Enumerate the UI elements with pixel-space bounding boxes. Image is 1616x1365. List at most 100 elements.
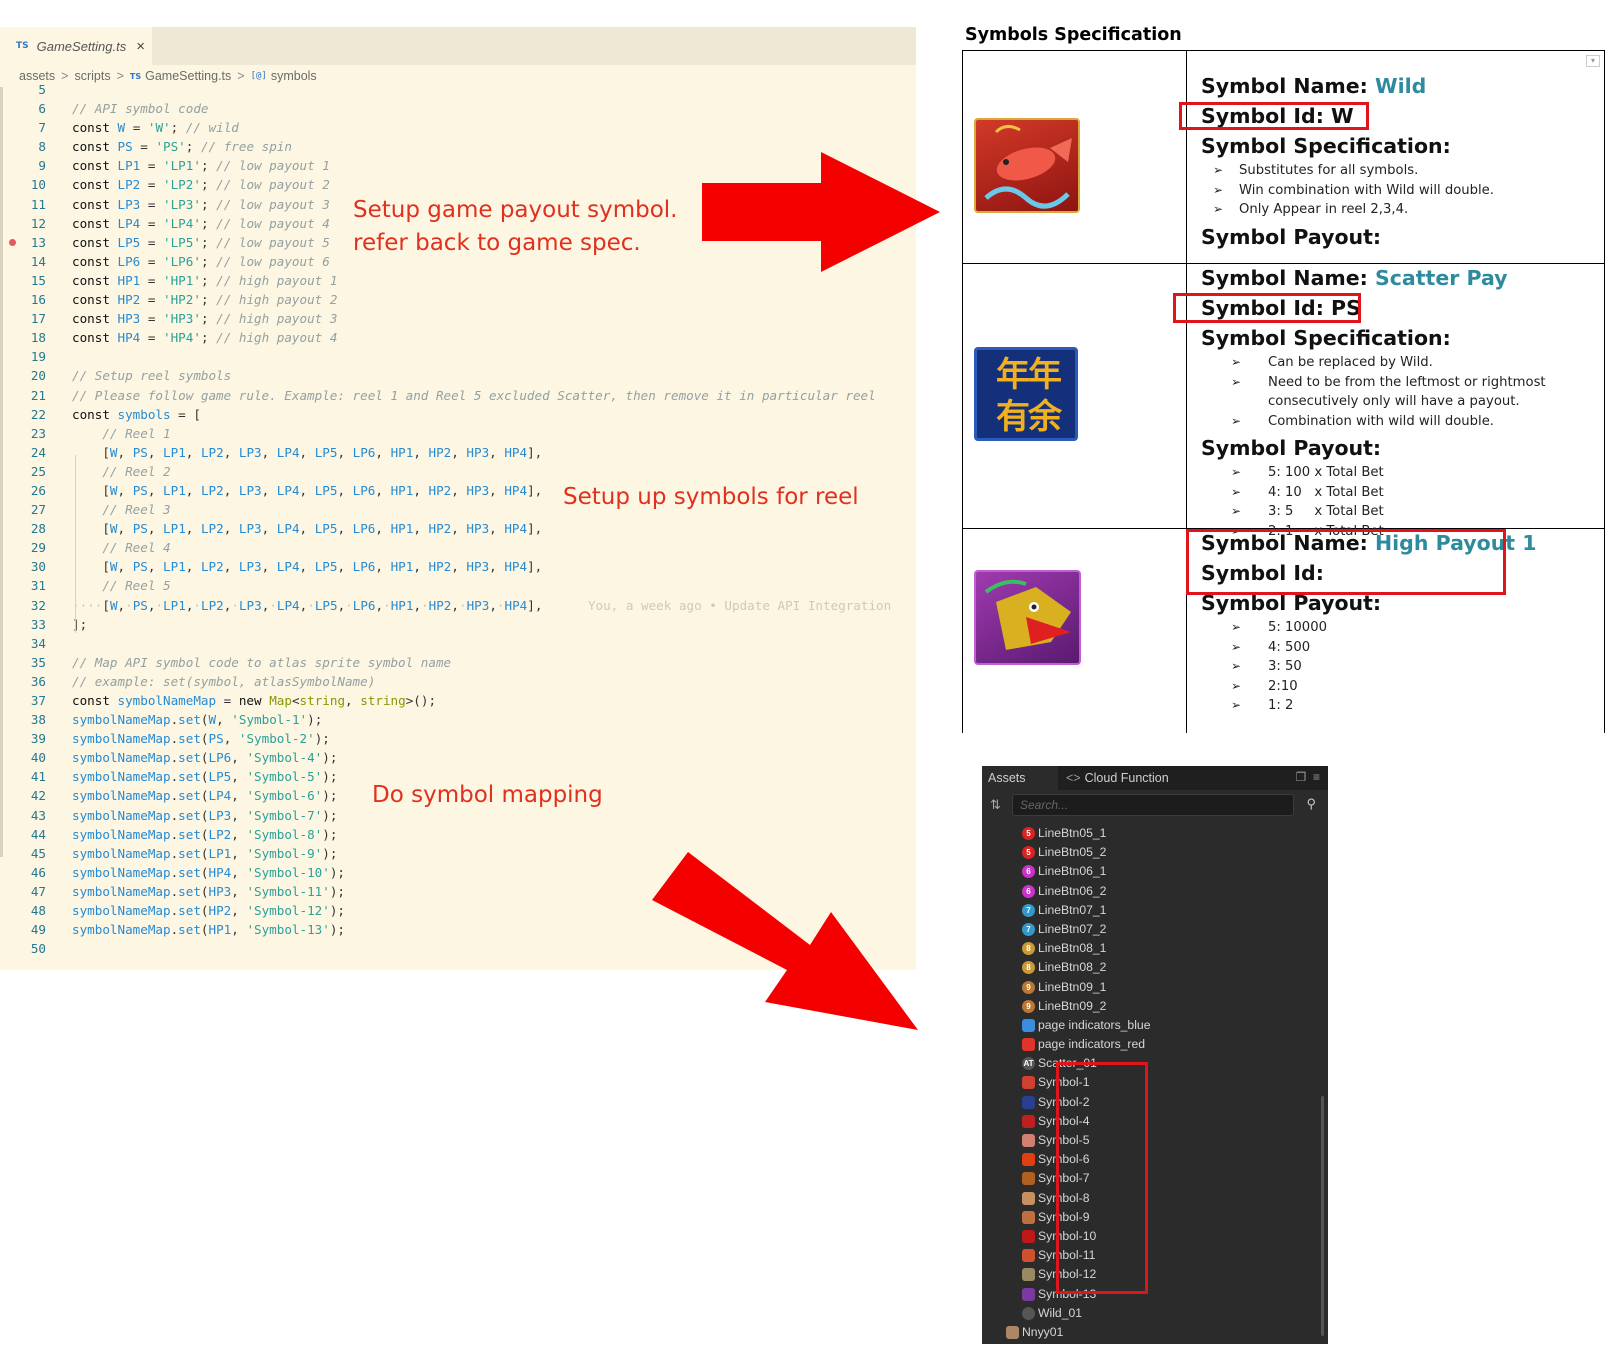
search-icon[interactable]: ⚲ [1306,796,1316,812]
line-number: 9 [38,158,46,174]
asset-item[interactable]: Symbol-7 [982,1169,1328,1188]
asset-item[interactable]: 9 LineBtn09_2 [982,997,1328,1016]
asset-item[interactable]: page indicators_blue [982,1016,1328,1035]
bullet-text: Need to be from the leftmost or rightmos… [1268,374,1546,410]
code-line[interactable]: 23 // Reel 1 [0,424,916,443]
line-number: 47 [30,883,46,899]
asset-item[interactable]: Symbol-13 [982,1285,1328,1304]
tab-assets[interactable]: Assets [982,766,1058,790]
asset-item[interactable]: Symbol-5 [982,1131,1328,1150]
line-number: 8 [38,139,46,155]
code-line[interactable]: 6 // API symbol code [0,99,916,118]
code-line[interactable]: 28 [W, PS, LP1, LP2, LP3, LP4, LP5, LP6,… [0,519,916,538]
code-line[interactable]: 33]; [0,615,916,634]
line-number: 13 [30,234,46,250]
highlight-box [1056,1062,1148,1294]
asset-item[interactable]: 5 LineBtn05_1 [982,824,1328,843]
code-text: const HP1 = 'HP1'; // high payout 1 [72,272,338,288]
scatter-spec-label: Symbol Specification: [1201,326,1451,350]
asset-item[interactable]: 5 LineBtn05_2 [982,843,1328,862]
code-line[interactable]: 29 // Reel 4 [0,538,916,557]
code-line[interactable]: 30 [W, PS, LP1, LP2, LP3, LP4, LP5, LP6,… [0,557,916,576]
asset-item[interactable]: Symbol-8 [982,1189,1328,1208]
code-line[interactable]: 16 const HP2 = 'HP2'; // high payout 2 [0,290,916,309]
close-icon[interactable]: × [136,38,145,55]
scatter-payout: ➢ 5: 100 x Total Bet [1201,463,1601,483]
asset-label: Wild_01 [1038,1305,1083,1320]
asset-item[interactable]: 8 LineBtn08_1 [982,939,1328,958]
annotation-reel: Setup up symbols for reel [563,484,859,510]
scatter-payout-label: Symbol Payout: [1201,436,1382,460]
scatter-bullet: ➢ Can be replaced by Wild. [1201,353,1601,373]
tab-cloud-function[interactable]: <> Cloud Function [1066,766,1169,790]
asset-item[interactable]: Symbol-10 [982,1227,1328,1246]
code-line[interactable]: 32 ····[W,·PS,·LP1,·LP2,·LP3,·LP4,·LP5,·L… [0,596,916,615]
bullet-arrow-icon: ➢ [1213,182,1224,197]
asset-item[interactable]: Symbol-1 [982,1073,1328,1092]
code-line[interactable]: 34 [0,634,916,653]
code-line[interactable]: 21 // Please follow game rule. Example: r… [0,386,916,405]
code-line[interactable]: 35 // Map API symbol code to atlas sprite… [0,653,916,672]
asset-item[interactable]: Symbol-9 [982,1208,1328,1227]
line-number: 16 [30,292,46,308]
asset-item[interactable]: Symbol-4 [982,1112,1328,1131]
asset-item[interactable]: page indicators_red [982,1035,1328,1054]
dropdown-icon[interactable]: ▾ [1586,55,1600,67]
code-line[interactable]: 17 const HP3 = 'HP3'; // high payout 3 [0,309,916,328]
code-line[interactable]: 7 const W = 'W'; // wild [0,118,916,137]
maximize-icon[interactable]: ❐ [1296,770,1307,784]
line-number: 43 [30,807,46,823]
code-line[interactable]: 22 const symbols = [ [0,405,916,424]
code-line[interactable]: 40 symbolNameMap.set(LP6, 'Symbol-4'); [0,748,916,767]
tab-gamesetting[interactable]: TS GameSetting.ts × [0,27,152,65]
search-input[interactable]: Search... [1012,794,1294,816]
number-badge-icon: 8 [1022,961,1035,975]
code-line[interactable]: 5 [0,80,916,99]
asset-item[interactable]: Wild_01 [982,1304,1328,1323]
asset-item[interactable]: AT Scatter_01 [982,1054,1328,1073]
code-line[interactable]: 24 [W, PS, LP1, LP2, LP3, LP4, LP5, LP6,… [0,443,916,462]
sprite-icon [1022,1191,1035,1205]
line-number: 28 [30,521,46,537]
code-line[interactable]: 31 // Reel 5 [0,576,916,595]
asset-item[interactable]: 7 LineBtn07_1 [982,901,1328,920]
code-line[interactable]: 20 // Setup reel symbols [0,366,916,385]
asset-item[interactable]: Symbol-2 [982,1093,1328,1112]
sort-icon[interactable]: ⇅ [990,797,1001,813]
sprite-icon [1022,1210,1035,1224]
line-number: 27 [30,502,46,518]
asset-label: LineBtn06_2 [1038,883,1107,898]
asset-item[interactable]: 6 LineBtn06_1 [982,862,1328,881]
code-line[interactable]: 18 const HP4 = 'HP4'; // high payout 4 [0,328,916,347]
bullet-arrow-icon: ➢ [1231,374,1242,389]
scatter-char: 有 [996,397,1030,437]
asset-item[interactable]: Symbol-12 [982,1265,1328,1284]
scatter-payout: ➢ 4: 10 x Total Bet [1201,483,1601,503]
line-number: 37 [30,693,46,708]
asset-item[interactable]: 6 LineBtn06_2 [982,882,1328,901]
code-line[interactable]: 39 symbolNameMap.set(PS, 'Symbol-2'); [0,729,916,748]
code-line[interactable]: 36 // example: set(symbol, atlasSymbolNam… [0,672,916,691]
menu-icon[interactable]: ≡ [1313,770,1320,784]
code-line[interactable]: 38 symbolNameMap.set(W, 'Symbol-1'); [0,710,916,729]
asset-item[interactable]: Symbol-11 [982,1246,1328,1265]
asset-tree[interactable]: 5 LineBtn05_1 5 LineBtn05_2 6 LineBtn06_1 6 Lin… [982,824,1328,1342]
asset-item[interactable]: Symbol-6 [982,1150,1328,1169]
code-line[interactable]: 37 const symbolNameMap = new Map<string, … [0,691,916,710]
symbol-name-value: Scatter Pay [1375,266,1508,290]
code-line[interactable]: 25 // Reel 2 [0,462,916,481]
hp1-symbol-image [974,570,1081,665]
asset-item[interactable]: Nnyy01 [982,1323,1328,1342]
bullet-arrow-icon: ➢ [1231,484,1242,499]
scrollbar[interactable] [1321,1096,1324,1336]
code-line[interactable]: 44 symbolNameMap.set(LP2, 'Symbol-8'); [0,825,916,844]
sprite-icon [1022,1018,1035,1032]
asset-item[interactable]: 7 LineBtn07_2 [982,920,1328,939]
code-line[interactable]: 19 [0,347,916,366]
line-number: 49 [30,922,46,938]
asset-label: Nnyy01 [1022,1324,1064,1339]
asset-item[interactable]: 8 LineBtn08_2 [982,958,1328,977]
asset-item[interactable]: 9 LineBtn09_1 [982,978,1328,997]
code-text: // Map API symbol code to atlas sprite s… [72,654,452,670]
scatter-char: 年 [1028,355,1062,395]
